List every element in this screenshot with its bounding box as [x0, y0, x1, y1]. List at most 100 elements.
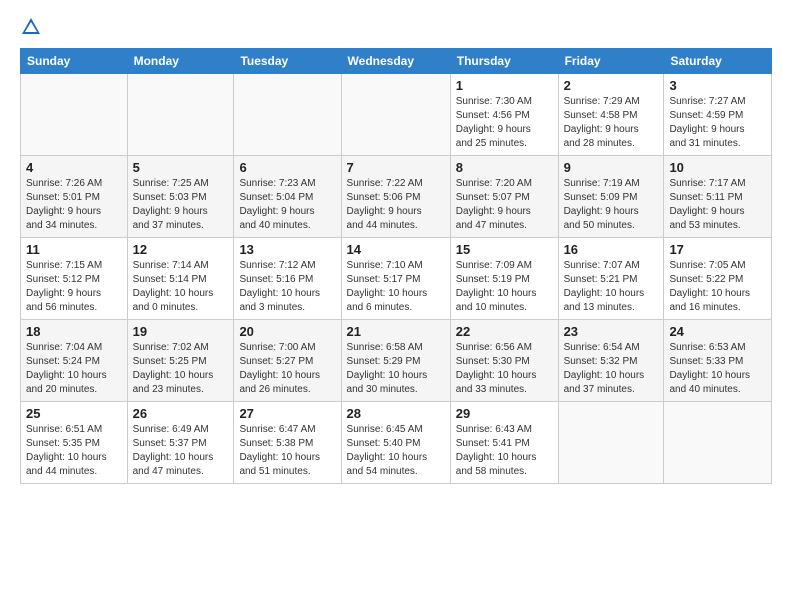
- day-info: Sunrise: 7:29 AM Sunset: 4:58 PM Dayligh…: [564, 95, 659, 151]
- day-info: Sunrise: 7:30 AM Sunset: 4:56 PM Dayligh…: [456, 95, 553, 151]
- day-info: Sunrise: 6:51 AM Sunset: 5:35 PM Dayligh…: [26, 423, 122, 479]
- day-info: Sunrise: 7:17 AM Sunset: 5:11 PM Dayligh…: [669, 177, 766, 233]
- calendar-day-cell: 14 Sunrise: 7:10 AM Sunset: 5:17 PM Dayli…: [341, 238, 450, 320]
- day-info: Sunrise: 6:47 AM Sunset: 5:38 PM Dayligh…: [239, 423, 335, 479]
- day-number: 8: [456, 160, 553, 175]
- calendar-week-row: 1 Sunrise: 7:30 AM Sunset: 4:56 PM Daylig…: [21, 74, 772, 156]
- day-info: Sunrise: 6:45 AM Sunset: 5:40 PM Dayligh…: [347, 423, 445, 479]
- day-number: 2: [564, 78, 659, 93]
- day-info: Sunrise: 6:58 AM Sunset: 5:29 PM Dayligh…: [347, 341, 445, 397]
- calendar-day-cell: 7Sunrise: 7:22 AM Sunset: 5:06 PM Daylig…: [341, 156, 450, 238]
- calendar-day-cell: 10 Sunrise: 7:17 AM Sunset: 5:11 PM Dayli…: [664, 156, 772, 238]
- day-number: 29: [456, 406, 553, 421]
- day-number: 16: [564, 242, 659, 257]
- day-info: Sunrise: 6:53 AM Sunset: 5:33 PM Dayligh…: [669, 341, 766, 397]
- day-number: 12: [133, 242, 229, 257]
- day-number: 10: [669, 160, 766, 175]
- day-info: Sunrise: 7:02 AM Sunset: 5:25 PM Dayligh…: [133, 341, 229, 397]
- calendar-day-cell: 17 Sunrise: 7:05 AM Sunset: 5:22 PM Dayli…: [664, 238, 772, 320]
- calendar-day-cell: 28 Sunrise: 6:45 AM Sunset: 5:40 PM Dayli…: [341, 402, 450, 484]
- day-number: 19: [133, 324, 229, 339]
- day-number: 6: [239, 160, 335, 175]
- calendar-week-row: 18 Sunrise: 7:04 AM Sunset: 5:24 PM Dayli…: [21, 320, 772, 402]
- calendar-day-cell: 4 Sunrise: 7:26 AM Sunset: 5:01 PM Daylig…: [21, 156, 128, 238]
- calendar-day-cell: 5 Sunrise: 7:25 AM Sunset: 5:03 PM Daylig…: [127, 156, 234, 238]
- day-info: Sunrise: 6:49 AM Sunset: 5:37 PM Dayligh…: [133, 423, 229, 479]
- calendar-day-cell: [21, 74, 128, 156]
- calendar-day-cell: 24 Sunrise: 6:53 AM Sunset: 5:33 PM Dayli…: [664, 320, 772, 402]
- weekday-header: Tuesday: [234, 49, 341, 74]
- calendar-day-cell: 1 Sunrise: 7:30 AM Sunset: 4:56 PM Daylig…: [450, 74, 558, 156]
- weekday-header: Saturday: [664, 49, 772, 74]
- day-number: 15: [456, 242, 553, 257]
- weekday-header: Thursday: [450, 49, 558, 74]
- calendar-day-cell: 20 Sunrise: 7:00 AM Sunset: 5:27 PM Dayli…: [234, 320, 341, 402]
- calendar-day-cell: 19 Sunrise: 7:02 AM Sunset: 5:25 PM Dayli…: [127, 320, 234, 402]
- day-info: Sunrise: 7:12 AM Sunset: 5:16 PM Dayligh…: [239, 259, 335, 315]
- calendar-day-cell: 3 Sunrise: 7:27 AM Sunset: 4:59 PM Daylig…: [664, 74, 772, 156]
- calendar-day-cell: 12Sunrise: 7:14 AM Sunset: 5:14 PM Dayli…: [127, 238, 234, 320]
- day-number: 13: [239, 242, 335, 257]
- day-info: Sunrise: 7:10 AM Sunset: 5:17 PM Dayligh…: [347, 259, 445, 315]
- calendar-day-cell: 18 Sunrise: 7:04 AM Sunset: 5:24 PM Dayli…: [21, 320, 128, 402]
- day-info: Sunrise: 6:54 AM Sunset: 5:32 PM Dayligh…: [564, 341, 659, 397]
- weekday-header: Friday: [558, 49, 664, 74]
- calendar-day-cell: 25 Sunrise: 6:51 AM Sunset: 5:35 PM Dayli…: [21, 402, 128, 484]
- calendar-day-cell: 27 Sunrise: 6:47 AM Sunset: 5:38 PM Dayli…: [234, 402, 341, 484]
- calendar-day-cell: 21Sunrise: 6:58 AM Sunset: 5:29 PM Dayli…: [341, 320, 450, 402]
- calendar-day-cell: 11 Sunrise: 7:15 AM Sunset: 5:12 PM Dayli…: [21, 238, 128, 320]
- calendar-body: 1 Sunrise: 7:30 AM Sunset: 4:56 PM Daylig…: [21, 74, 772, 484]
- page-header: [20, 16, 772, 38]
- calendar-day-cell: 8 Sunrise: 7:20 AM Sunset: 5:07 PM Daylig…: [450, 156, 558, 238]
- weekday-header: Monday: [127, 49, 234, 74]
- day-info: Sunrise: 7:20 AM Sunset: 5:07 PM Dayligh…: [456, 177, 553, 233]
- calendar-day-cell: 15 Sunrise: 7:09 AM Sunset: 5:19 PM Dayli…: [450, 238, 558, 320]
- day-number: 4: [26, 160, 122, 175]
- calendar-day-cell: [234, 74, 341, 156]
- calendar-day-cell: 9 Sunrise: 7:19 AM Sunset: 5:09 PM Daylig…: [558, 156, 664, 238]
- calendar-week-row: 25 Sunrise: 6:51 AM Sunset: 5:35 PM Dayli…: [21, 402, 772, 484]
- day-number: 25: [26, 406, 122, 421]
- calendar-day-cell: [558, 402, 664, 484]
- day-info: Sunrise: 7:00 AM Sunset: 5:27 PM Dayligh…: [239, 341, 335, 397]
- day-number: 1: [456, 78, 553, 93]
- day-number: 11: [26, 242, 122, 257]
- day-info: Sunrise: 7:26 AM Sunset: 5:01 PM Dayligh…: [26, 177, 122, 233]
- day-number: 7: [347, 160, 445, 175]
- day-info: Sunrise: 7:25 AM Sunset: 5:03 PM Dayligh…: [133, 177, 229, 233]
- calendar-day-cell: 2 Sunrise: 7:29 AM Sunset: 4:58 PM Daylig…: [558, 74, 664, 156]
- day-info: Sunrise: 6:56 AM Sunset: 5:30 PM Dayligh…: [456, 341, 553, 397]
- day-info: Sunrise: 7:23 AM Sunset: 5:04 PM Dayligh…: [239, 177, 335, 233]
- day-info: Sunrise: 6:43 AM Sunset: 5:41 PM Dayligh…: [456, 423, 553, 479]
- day-info: Sunrise: 7:05 AM Sunset: 5:22 PM Dayligh…: [669, 259, 766, 315]
- calendar-day-cell: 26Sunrise: 6:49 AM Sunset: 5:37 PM Dayli…: [127, 402, 234, 484]
- logo-icon: [20, 16, 42, 38]
- day-info: Sunrise: 7:15 AM Sunset: 5:12 PM Dayligh…: [26, 259, 122, 315]
- day-number: 3: [669, 78, 766, 93]
- weekday-header-row: SundayMondayTuesdayWednesdayThursdayFrid…: [21, 49, 772, 74]
- day-number: 5: [133, 160, 229, 175]
- calendar-day-cell: 29 Sunrise: 6:43 AM Sunset: 5:41 PM Dayli…: [450, 402, 558, 484]
- day-number: 27: [239, 406, 335, 421]
- calendar-header: SundayMondayTuesdayWednesdayThursdayFrid…: [21, 49, 772, 74]
- day-number: 14: [347, 242, 445, 257]
- day-number: 24: [669, 324, 766, 339]
- day-number: 28: [347, 406, 445, 421]
- day-info: Sunrise: 7:27 AM Sunset: 4:59 PM Dayligh…: [669, 95, 766, 151]
- day-info: Sunrise: 7:09 AM Sunset: 5:19 PM Dayligh…: [456, 259, 553, 315]
- calendar-table: SundayMondayTuesdayWednesdayThursdayFrid…: [20, 48, 772, 484]
- day-number: 18: [26, 324, 122, 339]
- day-info: Sunrise: 7:04 AM Sunset: 5:24 PM Dayligh…: [26, 341, 122, 397]
- day-number: 9: [564, 160, 659, 175]
- weekday-header: Wednesday: [341, 49, 450, 74]
- day-info: Sunrise: 7:19 AM Sunset: 5:09 PM Dayligh…: [564, 177, 659, 233]
- day-number: 17: [669, 242, 766, 257]
- calendar-week-row: 4 Sunrise: 7:26 AM Sunset: 5:01 PM Daylig…: [21, 156, 772, 238]
- day-number: 22: [456, 324, 553, 339]
- calendar-week-row: 11 Sunrise: 7:15 AM Sunset: 5:12 PM Dayli…: [21, 238, 772, 320]
- calendar-day-cell: 22 Sunrise: 6:56 AM Sunset: 5:30 PM Dayli…: [450, 320, 558, 402]
- day-number: 20: [239, 324, 335, 339]
- calendar-day-cell: 16Sunrise: 7:07 AM Sunset: 5:21 PM Dayli…: [558, 238, 664, 320]
- calendar-day-cell: 6 Sunrise: 7:23 AM Sunset: 5:04 PM Daylig…: [234, 156, 341, 238]
- day-number: 23: [564, 324, 659, 339]
